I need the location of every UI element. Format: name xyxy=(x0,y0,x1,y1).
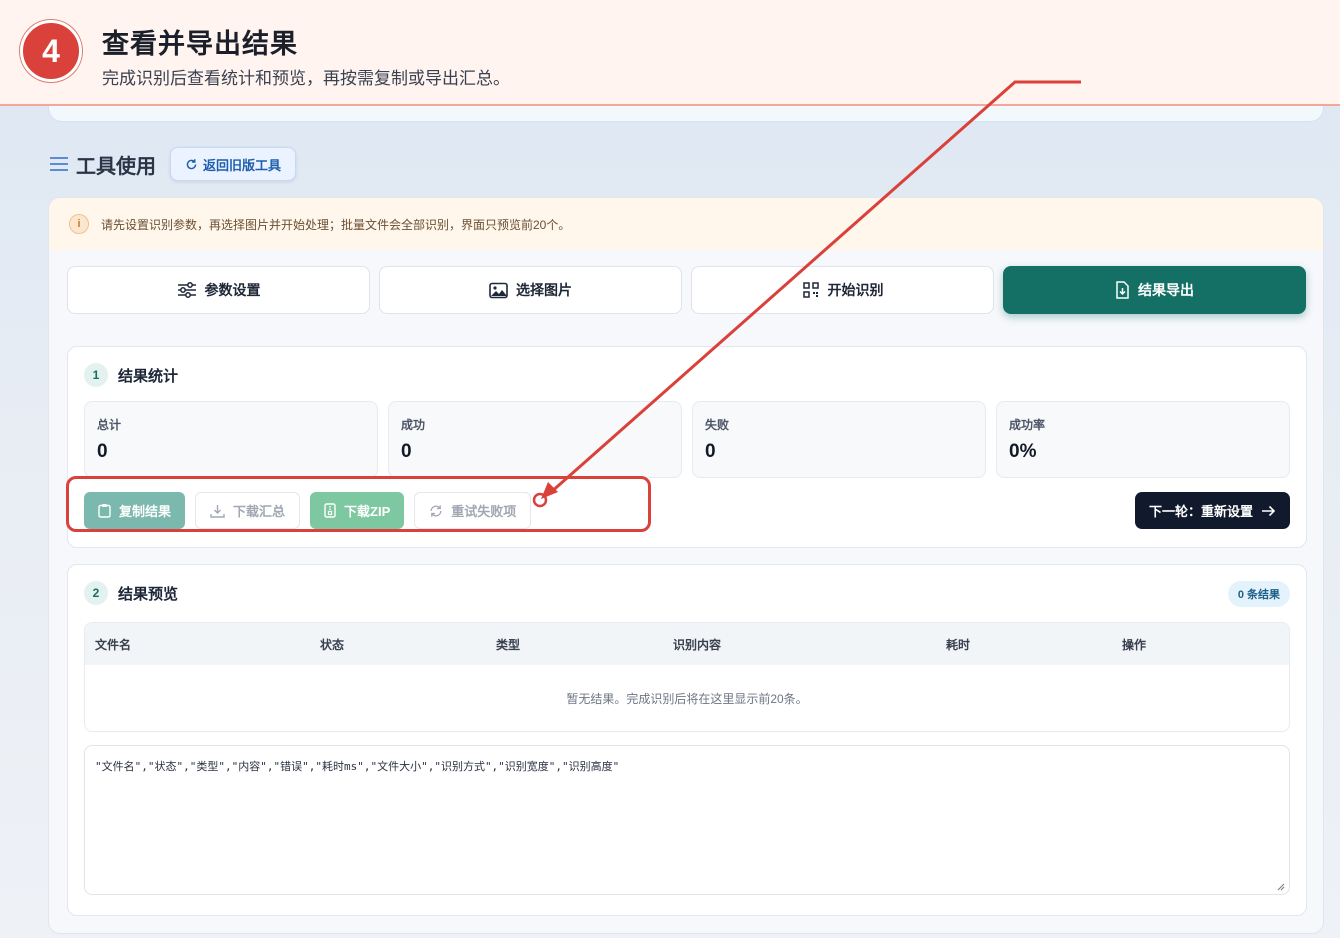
tool-card: i 请先设置识别参数，再选择图片并开始处理；批量文件会全部识别，界面只预览前20… xyxy=(48,197,1324,934)
stats-row: 总计 0 成功 0 失败 0 成功率 0% xyxy=(84,401,1290,478)
stat-label: 成功 xyxy=(401,418,426,432)
sliders-icon xyxy=(177,282,196,298)
button-label: 下一轮：重新设置 xyxy=(1148,504,1253,519)
result-count-badge: 0 条结果 xyxy=(1227,581,1290,607)
tutorial-banner: 4 查看并导出结果 完成识别后查看统计和预览，再按需复制或导出汇总。 xyxy=(0,0,1340,106)
resize-handle-icon[interactable] xyxy=(1277,883,1285,891)
csv-text: "文件名","状态","类型","内容","错误","耗时ms","文件大小",… xyxy=(95,760,620,773)
tab-label: 开始识别 xyxy=(827,282,884,298)
stat-value: 0 xyxy=(401,441,412,462)
tab-params[interactable]: 参数设置 xyxy=(67,266,370,314)
stat-success-rate: 成功率 0% xyxy=(996,401,1290,478)
stat-value: 0 xyxy=(97,441,108,462)
stat-label: 成功率 xyxy=(1009,418,1046,432)
list-icon xyxy=(50,157,68,171)
tab-label: 选择图片 xyxy=(516,282,572,298)
panel-header: 2 结果预览 xyxy=(84,581,178,605)
tab-label: 结果导出 xyxy=(1138,282,1194,298)
notice-text: 请先设置识别参数，再选择图片并开始处理；批量文件会全部识别，界面只预览前20个。 xyxy=(101,217,571,232)
step-number: 1 xyxy=(84,363,108,387)
stat-value: 0% xyxy=(1009,441,1037,462)
info-icon: i xyxy=(69,214,89,234)
tool-section-header: 工具使用 返回旧版工具 xyxy=(50,146,297,182)
stat-label: 总计 xyxy=(97,418,122,432)
banner-subtitle: 完成识别后查看统计和预览，再按需复制或导出汇总。 xyxy=(102,69,510,88)
table-header: 文件名 状态 类型 识别内容 耗时 操作 xyxy=(85,623,1289,665)
column-header-actions: 操作 xyxy=(1122,638,1147,652)
stat-label: 失败 xyxy=(705,418,730,432)
step-tabs: 参数设置 选择图片 开始识别 结果导出 xyxy=(67,266,1306,314)
column-header-status: 状态 xyxy=(320,638,345,652)
qr-scan-icon xyxy=(802,282,819,298)
column-header-duration: 耗时 xyxy=(946,638,971,652)
panel-title: 结果统计 xyxy=(118,367,179,385)
stat-success: 成功 0 xyxy=(388,401,682,478)
tab-start-recognition[interactable]: 开始识别 xyxy=(691,266,994,314)
notice-bar: i 请先设置识别参数，再选择图片并开始处理；批量文件会全部识别，界面只预览前20… xyxy=(49,198,1323,250)
stat-failed: 失败 0 xyxy=(692,401,986,478)
tab-select-image[interactable]: 选择图片 xyxy=(379,266,682,314)
banner-title: 查看并导出结果 xyxy=(102,29,298,59)
results-table: 文件名 状态 类型 识别内容 耗时 操作 暂无结果。完成识别后将在这里显示前20… xyxy=(84,622,1290,732)
results-preview-panel: 2 结果预览 0 条结果 文件名 状态 类型 识别内容 耗时 操作 暂无结果。完… xyxy=(67,564,1307,916)
empty-state-text: 暂无结果。完成识别后将在这里显示前20条。 xyxy=(566,691,808,706)
column-header-filename: 文件名 xyxy=(95,638,132,652)
back-to-old-tool-button[interactable]: 返回旧版工具 xyxy=(170,147,297,181)
file-download-icon xyxy=(1116,281,1129,299)
stat-value: 0 xyxy=(705,441,716,462)
image-icon xyxy=(489,282,508,298)
step-number: 2 xyxy=(84,581,108,605)
stat-total: 总计 0 xyxy=(84,401,378,478)
annotation-highlight-box xyxy=(66,476,651,532)
arrow-right-icon xyxy=(1262,505,1276,516)
refresh-icon xyxy=(186,158,197,169)
csv-output-textarea[interactable]: "文件名","状态","类型","内容","错误","耗时ms","文件大小",… xyxy=(84,745,1290,895)
column-header-type: 类型 xyxy=(496,638,521,652)
panel-header: 1 结果统计 xyxy=(84,363,178,387)
back-button-label: 返回旧版工具 xyxy=(203,157,282,173)
next-round-button[interactable]: 下一轮：重新设置 xyxy=(1134,492,1290,529)
column-header-content: 识别内容 xyxy=(673,638,722,652)
tab-label: 参数设置 xyxy=(204,282,261,298)
tab-export-results[interactable]: 结果导出 xyxy=(1003,266,1306,314)
step-number-badge: 4 xyxy=(20,20,82,82)
tool-section-title: 工具使用 xyxy=(76,155,156,178)
panel-title: 结果预览 xyxy=(118,585,179,603)
